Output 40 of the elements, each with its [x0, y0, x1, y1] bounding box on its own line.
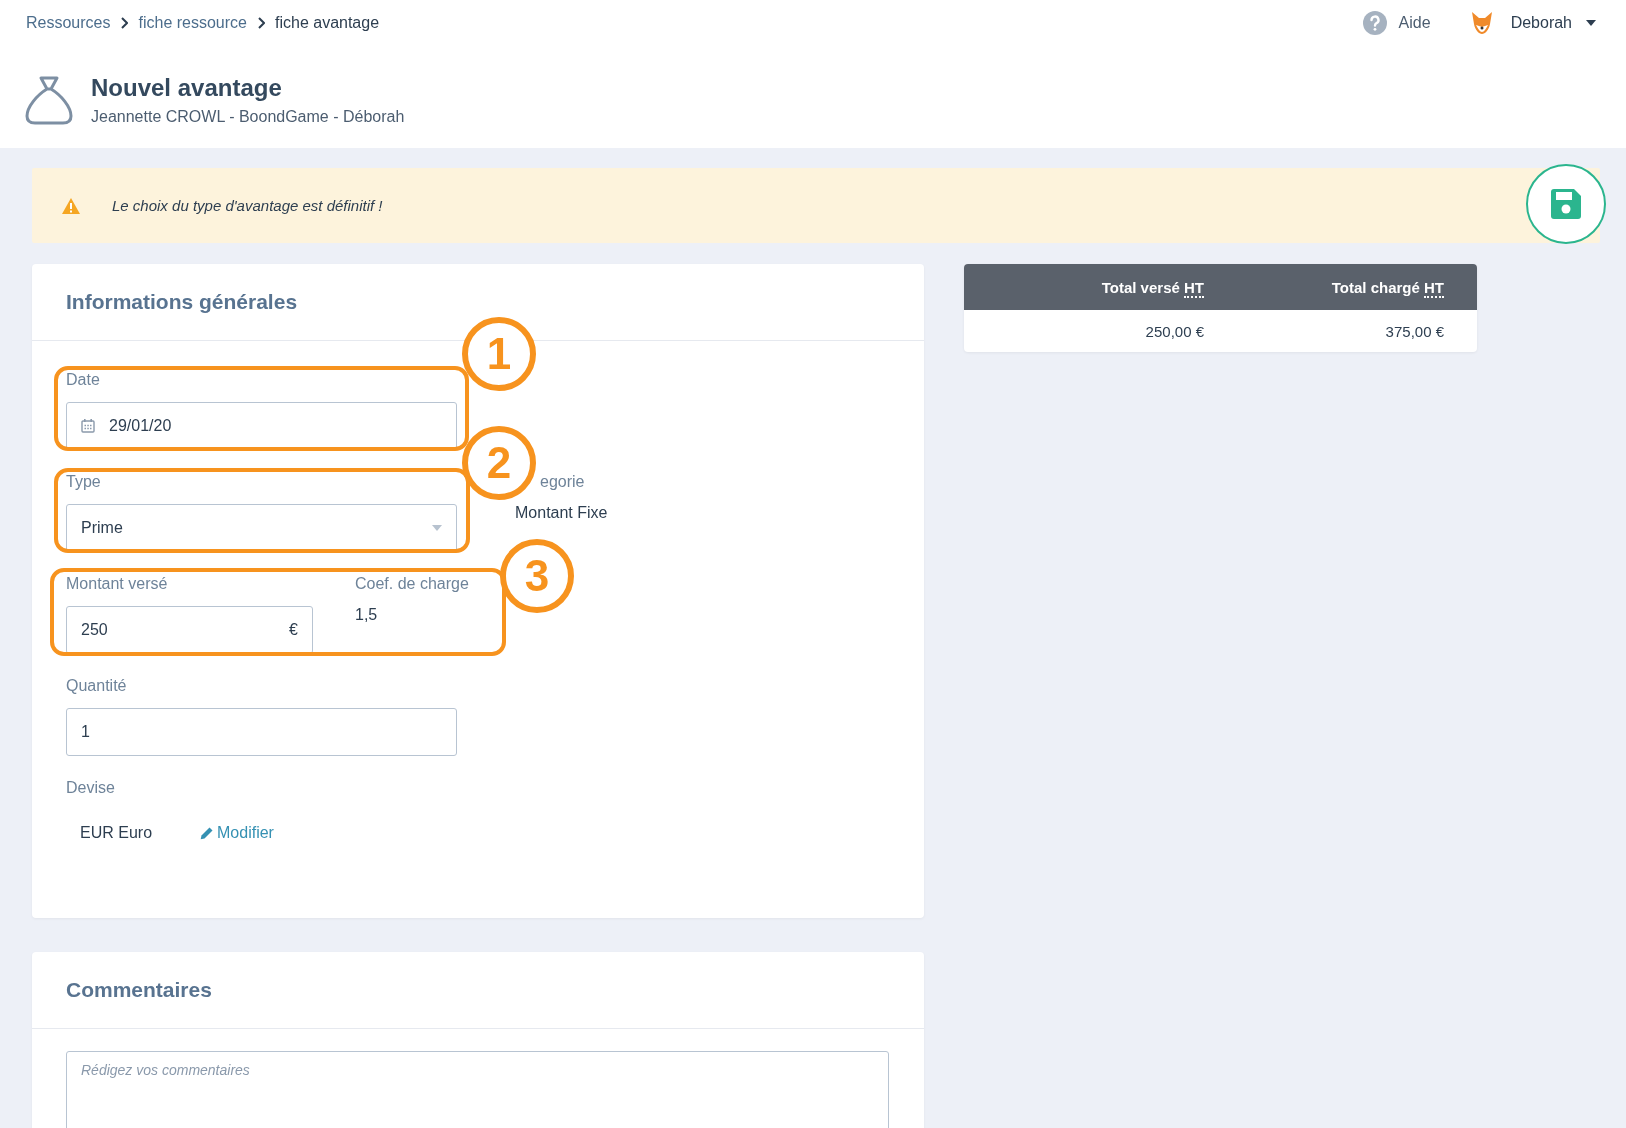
step-number: 1: [462, 317, 536, 391]
help-link[interactable]: Aide: [1398, 14, 1431, 32]
column-header: Total chargé HT: [1330, 278, 1444, 296]
warning-icon: [62, 197, 80, 214]
table-cell-text: 250,00 €: [1144, 322, 1204, 340]
field-label: Montant versé: [66, 574, 169, 594]
section-title: Informations générales: [66, 290, 298, 314]
help-icon[interactable]: [1362, 11, 1387, 35]
amount-field[interactable]: 250 €: [66, 606, 313, 654]
currency-value: EUR Euro: [80, 824, 153, 842]
modify-link[interactable]: Modifier: [200, 824, 274, 842]
page-title: Nouvel avantage: [91, 74, 283, 102]
field-label: Type: [66, 472, 102, 492]
caret-icon[interactable]: [1586, 20, 1596, 26]
comment-field[interactable]: Rédigez vos commentaires: [66, 1051, 889, 1128]
chevron-icon: [257, 17, 265, 29]
category-value: Montant Fixe: [515, 504, 608, 522]
table-cell-text: 375,00 €: [1384, 322, 1444, 340]
warning-message: Le choix du type d'avantage est définitif !: [112, 197, 383, 214]
breadcrumb-link[interactable]: Ressources: [26, 14, 111, 32]
coefficient-value: 1,5: [355, 606, 379, 624]
calendar-icon: [81, 419, 95, 433]
page-subtitle: Jeannette CROWL - BoondGame - Déborah: [91, 108, 405, 126]
quantity-field[interactable]: 1: [66, 708, 457, 756]
step-number: 2: [462, 426, 536, 500]
chevron-icon: [120, 17, 129, 29]
save-icon: [1549, 187, 1583, 221]
field-label: Date: [66, 370, 101, 390]
field-label: Devise: [66, 778, 116, 798]
column-header: Total versé HT: [1100, 278, 1204, 296]
user-menu[interactable]: Deborah: [1510, 14, 1572, 32]
step-number: 3: [500, 539, 574, 613]
field-label: Coef. de charge: [355, 574, 469, 594]
caret-icon: [432, 525, 442, 531]
breadcrumb-link[interactable]: fiche ressource: [138, 14, 247, 32]
field-label: Quantité: [66, 676, 128, 696]
money-bag-icon: [25, 75, 73, 125]
field-label: egorie: [540, 472, 586, 492]
section-title: Commentaires: [66, 978, 212, 1002]
pencil-icon: [200, 826, 214, 840]
